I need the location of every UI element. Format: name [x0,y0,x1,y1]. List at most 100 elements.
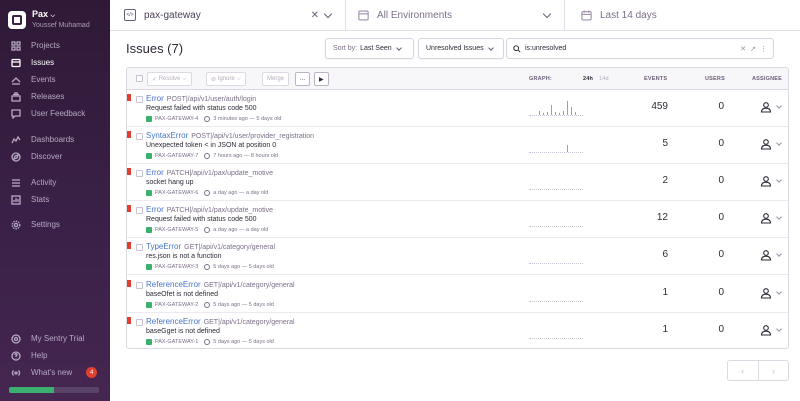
issue-type[interactable]: ReferenceError [146,280,201,289]
issue-short-id[interactable]: PAX-GATEWAY-2 [155,302,198,308]
table-row[interactable]: ReferenceError GET|/api/v1/category/gener… [127,276,788,313]
issue-short-id[interactable]: PAX-GATEWAY-1 [155,339,198,345]
assignee-selector[interactable] [760,212,782,224]
issue-type[interactable]: TypeError [146,242,181,251]
environment-selector[interactable]: All Environments [346,0,565,30]
select-all-checkbox[interactable] [136,75,143,82]
more-actions-button[interactable]: ... [295,72,311,86]
row-checkbox[interactable] [136,281,143,289]
issue-type[interactable]: Error [146,94,164,103]
graph-24h-toggle[interactable]: 24h [583,76,593,82]
clear-search-icon[interactable]: ✕ [740,45,746,53]
table-row[interactable]: Error POST|/api/v1/user/auth/login Request… [127,90,788,127]
clock-icon [204,116,211,122]
user-icon [760,324,772,336]
assignee-selector[interactable] [760,138,782,150]
org-switcher[interactable]: Pax ⌵ Youssef Muhamad [8,9,90,30]
sidebar-item-dashboards[interactable]: Dashboards [0,131,110,148]
issue-events-count: 459 [651,101,668,112]
pin-icon[interactable]: ↗ [750,45,756,53]
issue-short-id[interactable]: PAX-GATEWAY-7 [155,153,198,159]
events-icon [10,74,22,86]
clock-icon [204,301,211,308]
resolve-button[interactable]: ✓ Resolve ⌵ [147,72,192,86]
table-row[interactable]: ReferenceError GET|/api/v1/category/gener… [127,313,788,348]
row-checkbox[interactable] [136,133,143,141]
activity-icon [10,177,22,189]
assignee-selector[interactable] [760,324,782,336]
project-selector[interactable]: </> pax-gateway ✕ [110,0,346,30]
search-input[interactable]: is:unresolved ✕ ↗ ⋮ [506,38,774,59]
sidebar-item-events[interactable]: Events [0,71,110,88]
more-icon[interactable]: ⋮ [760,45,767,53]
assignee-selector[interactable] [760,287,782,299]
issue-title[interactable]: TypeError GET|/api/v1/category/general [146,242,275,251]
next-page-button[interactable]: › [759,361,789,380]
sidebar-item-label: Events [31,75,56,84]
row-checkbox[interactable] [136,207,143,215]
row-checkbox[interactable] [136,96,143,103]
issue-time: 3 minutes ago — 5 days old [213,116,282,122]
sidebar-bottom-nav: My Sentry Trial Help What's new 4 [0,330,110,381]
org-user: Youssef Muhamad [32,22,90,29]
assignee-selector[interactable] [760,175,782,187]
row-checkbox[interactable] [136,170,143,178]
issue-title[interactable]: ReferenceError GET|/api/v1/category/gener… [146,317,295,326]
saved-search-dropdown[interactable]: Unresolved Issues [418,38,504,59]
ignore-button[interactable]: ⊘ Ignore ⌵ [206,72,246,86]
pagination: ‹ › [727,360,789,381]
issue-type[interactable]: Error [146,168,164,177]
sidebar-item-projects[interactable]: Projects [0,37,110,54]
sidebar-item-sentry-trial[interactable]: My Sentry Trial [0,330,110,347]
issue-events-count: 1 [662,286,668,298]
graph-bar [575,112,576,115]
sidebar-item-stats[interactable]: Stats [0,191,110,208]
sidebar-item-settings[interactable]: Settings [0,216,110,233]
clear-project-icon[interactable]: ✕ [311,10,319,21]
date-range-selector[interactable]: Last 14 days [565,0,800,30]
issue-short-id[interactable]: PAX-GATEWAY-3 [155,264,198,270]
table-row[interactable]: SyntaxError POST|/api/v1/user/provider_re… [127,127,788,165]
issue-graph [529,137,583,154]
issue-title[interactable]: Error PATCH|/api/v1/pax/update_motive [146,168,273,177]
sidebar-item-whats-new[interactable]: What's new 4 [0,364,110,381]
issue-message: baseOfet is not defined [146,290,218,298]
assignee-selector[interactable] [760,249,782,261]
assignee-selector[interactable] [760,101,782,113]
prev-page-button[interactable]: ‹ [728,361,759,380]
issue-title[interactable]: ReferenceError GET|/api/v1/category/gener… [146,280,295,289]
sort-dropdown[interactable]: Sort by: Last Seen [325,38,414,59]
sidebar-item-activity[interactable]: Activity [0,174,110,191]
sidebar-item-help[interactable]: Help [0,347,110,364]
issue-type[interactable]: SyntaxError [146,131,188,140]
sidebar-item-user-feedback[interactable]: User Feedback [0,105,110,122]
sidebar-item-issues[interactable]: Issues [0,54,110,71]
sidebar-item-releases[interactable]: Releases [0,88,110,105]
merge-button[interactable]: Merge [262,72,290,86]
user-icon [760,176,772,187]
table-row[interactable]: Error PATCH|/api/v1/pax/update_motive sock… [127,164,788,202]
calendar-icon [581,10,592,20]
table-row[interactable]: Error PATCH|/api/v1/pax/update_motive Requ… [127,201,788,239]
issue-graph [529,248,583,265]
issue-title[interactable]: Error PATCH|/api/v1/pax/update_motive [146,205,273,214]
sort-value: Last Seen [360,45,392,52]
issue-type[interactable]: Error [146,205,164,214]
issue-type[interactable]: ReferenceError [146,317,201,326]
row-checkbox[interactable] [136,244,143,252]
graph-14d-toggle[interactable]: 14d [599,76,609,82]
sidebar-item-label: Activity [31,178,57,187]
issue-title[interactable]: SyntaxError POST|/api/v1/user/provider_re… [146,131,314,140]
realtime-play-button[interactable]: ▶ [314,72,329,86]
issue-graph [529,100,583,116]
issue-title[interactable]: Error POST|/api/v1/user/auth/login [146,94,256,103]
dashboards-icon [10,134,22,146]
issue-short-id[interactable]: PAX-GATEWAY-6 [155,190,198,196]
sidebar-item-discover[interactable]: Discover [0,148,110,165]
issue-short-id[interactable]: PAX-GATEWAY-5 [155,227,198,233]
issue-short-id[interactable]: PAX-GATEWAY-4 [155,116,198,122]
chevron-down-icon [776,103,782,109]
resolve-label: Resolve [158,76,181,82]
row-checkbox[interactable] [136,318,143,326]
table-row[interactable]: TypeError GET|/api/v1/category/general res… [127,238,788,276]
